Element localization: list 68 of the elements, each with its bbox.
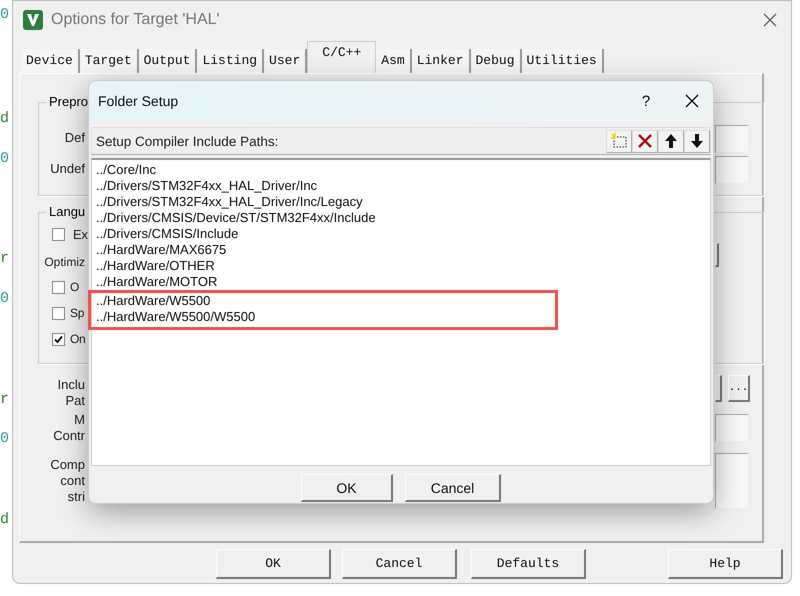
input-field[interactable] [715, 156, 749, 184]
code-fragment: r [0, 250, 10, 267]
path-item[interactable]: ../HardWare/MAX6675 [96, 242, 710, 258]
group-title: Langu [46, 204, 88, 219]
field-label: O [70, 280, 80, 294]
tab[interactable]: Listing [197, 49, 264, 73]
code-fragment: 0 [0, 430, 10, 447]
input-field[interactable] [715, 453, 749, 509]
field-label: cont [60, 473, 85, 488]
path-item[interactable]: ../HardWare/MOTOR [96, 274, 710, 290]
dialog-button[interactable]: Defaults [471, 549, 586, 579]
checkbox[interactable] [52, 281, 65, 294]
field-label: stri [68, 489, 85, 504]
code-fragment: d [0, 110, 10, 127]
close-icon[interactable] [685, 94, 699, 108]
code-fragment: r [0, 391, 10, 408]
field-label: Def [64, 130, 85, 145]
path-item[interactable]: ../Core/Inc [96, 162, 710, 178]
dialog-button[interactable]: Cancel [342, 549, 457, 579]
dialog-button[interactable]: OK [216, 549, 331, 579]
path-item[interactable]: ../Drivers/STM32F4xx_HAL_Driver/Inc [96, 178, 710, 194]
path-item[interactable]: ../Drivers/CMSIS/Include [96, 226, 710, 242]
input-field[interactable] [715, 414, 749, 442]
tab[interactable]: User [264, 49, 308, 73]
list-header: Setup Compiler Include Paths: [95, 134, 278, 148]
help-button[interactable]: ? [631, 92, 661, 110]
field-label: Undef [50, 161, 85, 176]
input-field[interactable] [715, 125, 749, 153]
field-label: Inclu [58, 377, 85, 392]
field-label: Contr [53, 428, 85, 443]
dialog-button[interactable]: OK [301, 474, 393, 502]
checkbox[interactable] [52, 228, 65, 241]
tab[interactable]: Linker [412, 49, 470, 73]
path-item[interactable]: ../HardWare/OTHER [96, 258, 710, 274]
code-fragment: 0 [0, 150, 10, 167]
field-label: Comp [50, 457, 85, 472]
tab[interactable]: C/C++ [307, 41, 376, 73]
field-label: Sp [70, 306, 84, 320]
path-item[interactable]: ../Drivers/CMSIS/Device/ST/STM32F4xx/Include [96, 210, 710, 226]
dialog-button[interactable]: Help [668, 549, 783, 579]
field-label: M [74, 412, 85, 427]
path-item[interactable]: ../Drivers/STM32F4xx_HAL_Driver/Inc/Legacy [96, 194, 710, 210]
code-fragment: d [0, 511, 10, 528]
delete-icon[interactable] [632, 130, 658, 152]
field-label: On [70, 332, 86, 346]
code-fragment: 0 [0, 6, 10, 23]
tab[interactable]: Device [21, 49, 80, 73]
dialog-button[interactable]: Cancel [405, 474, 501, 502]
tab[interactable]: Debug [470, 49, 522, 73]
side-button[interactable] [715, 375, 722, 402]
app-logo-icon [23, 10, 43, 30]
window-title: Options for Target 'HAL' [51, 11, 220, 29]
tab[interactable]: Asm [376, 49, 412, 73]
tab[interactable]: Target [80, 49, 139, 73]
side-button[interactable] [715, 243, 719, 267]
dialog-title: Folder Setup [98, 93, 178, 109]
tab[interactable]: Output [138, 49, 198, 73]
field-label: Ex [73, 227, 87, 242]
browse-button[interactable]: ... [728, 375, 750, 402]
tab[interactable]: Utilities [522, 49, 604, 73]
new-folder-icon[interactable] [606, 130, 632, 152]
field-label: Pat [65, 393, 85, 408]
code-fragment: 0 [0, 290, 10, 307]
path-item[interactable]: ../HardWare/W5500 [96, 293, 555, 309]
checkbox[interactable] [52, 333, 65, 346]
checkbox[interactable] [52, 307, 65, 320]
path-item[interactable]: ../HardWare/W5500/W5500 [96, 309, 555, 325]
field-label: Optimiz [44, 255, 85, 269]
